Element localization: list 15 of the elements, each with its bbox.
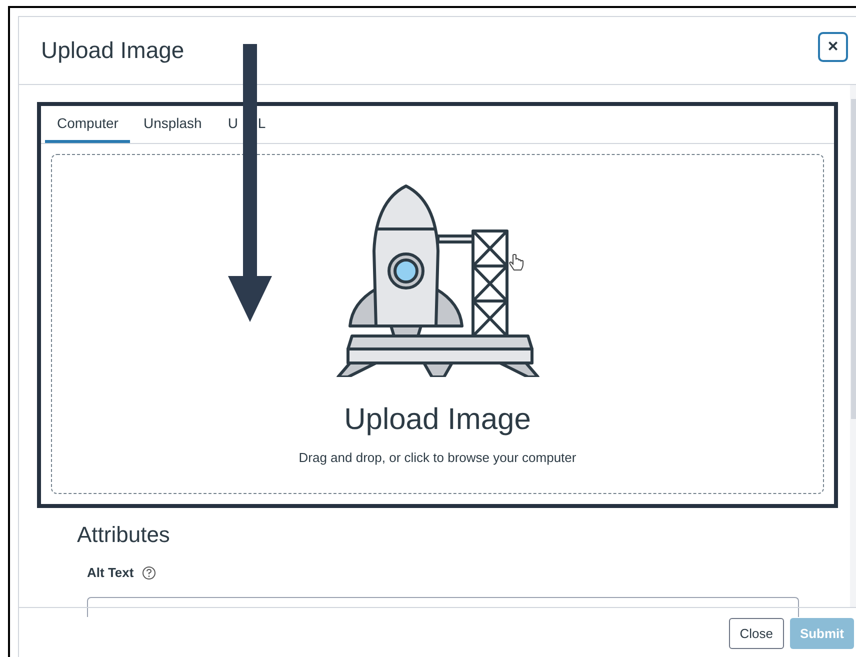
alt-text-field[interactable] [87, 596, 799, 616]
attributes-heading: Attributes [77, 521, 171, 549]
dialog-title: Upload Image [41, 36, 184, 66]
hand-cursor-icon [508, 254, 524, 272]
tab[interactable]: U L [214, 106, 279, 143]
close-dialog-button[interactable]: Close [728, 618, 784, 649]
tab[interactable]: Unsplash [130, 106, 215, 143]
help-icon[interactable] [142, 566, 156, 580]
dropzone-hint: Drag and drop, or click to browse your computer [298, 449, 576, 467]
alt-text-label: Alt Text [87, 564, 134, 582]
tab[interactable]: Computer [45, 106, 130, 143]
close-button[interactable]: × [818, 32, 848, 62]
down-arrow-icon [228, 44, 272, 322]
scrollbar[interactable] [850, 85, 856, 607]
dropzone-heading: Upload Image [344, 402, 531, 438]
